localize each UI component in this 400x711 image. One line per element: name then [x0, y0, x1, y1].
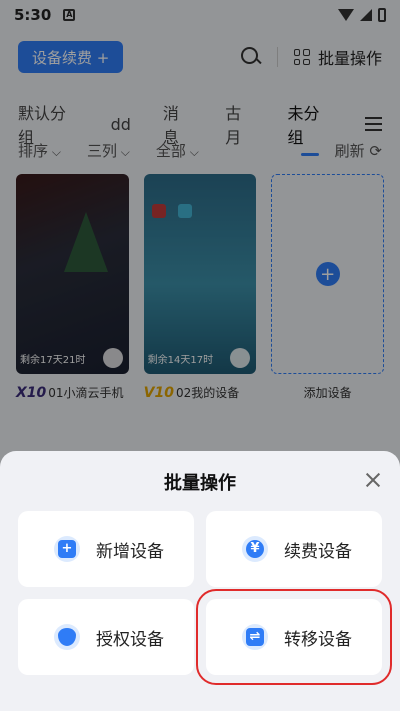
- transfer-icon: ⇌: [246, 628, 264, 646]
- operation-grid: + 新增设备 ¥ 续费设备 授权设备 ⇌ 转移设备: [18, 511, 392, 685]
- op-label: 转移设备: [284, 629, 352, 650]
- sheet-title: 批量操作: [164, 473, 236, 494]
- authorize-device-button[interactable]: 授权设备: [18, 599, 194, 675]
- add-device-button[interactable]: + 新增设备: [18, 511, 194, 587]
- yen-icon: ¥: [246, 540, 264, 558]
- shield-icon: [58, 628, 76, 646]
- plus-icon: +: [58, 540, 76, 558]
- transfer-device-button[interactable]: ⇌ 转移设备: [196, 589, 392, 685]
- renew-device-op-button[interactable]: ¥ 续费设备: [206, 511, 382, 587]
- close-icon[interactable]: [364, 471, 382, 489]
- op-label: 续费设备: [284, 541, 352, 562]
- op-label: 新增设备: [96, 541, 164, 562]
- batch-operation-sheet: 批量操作 + 新增设备 ¥ 续费设备 授权设备 ⇌ 转移设备: [0, 451, 400, 711]
- op-label: 授权设备: [96, 629, 164, 650]
